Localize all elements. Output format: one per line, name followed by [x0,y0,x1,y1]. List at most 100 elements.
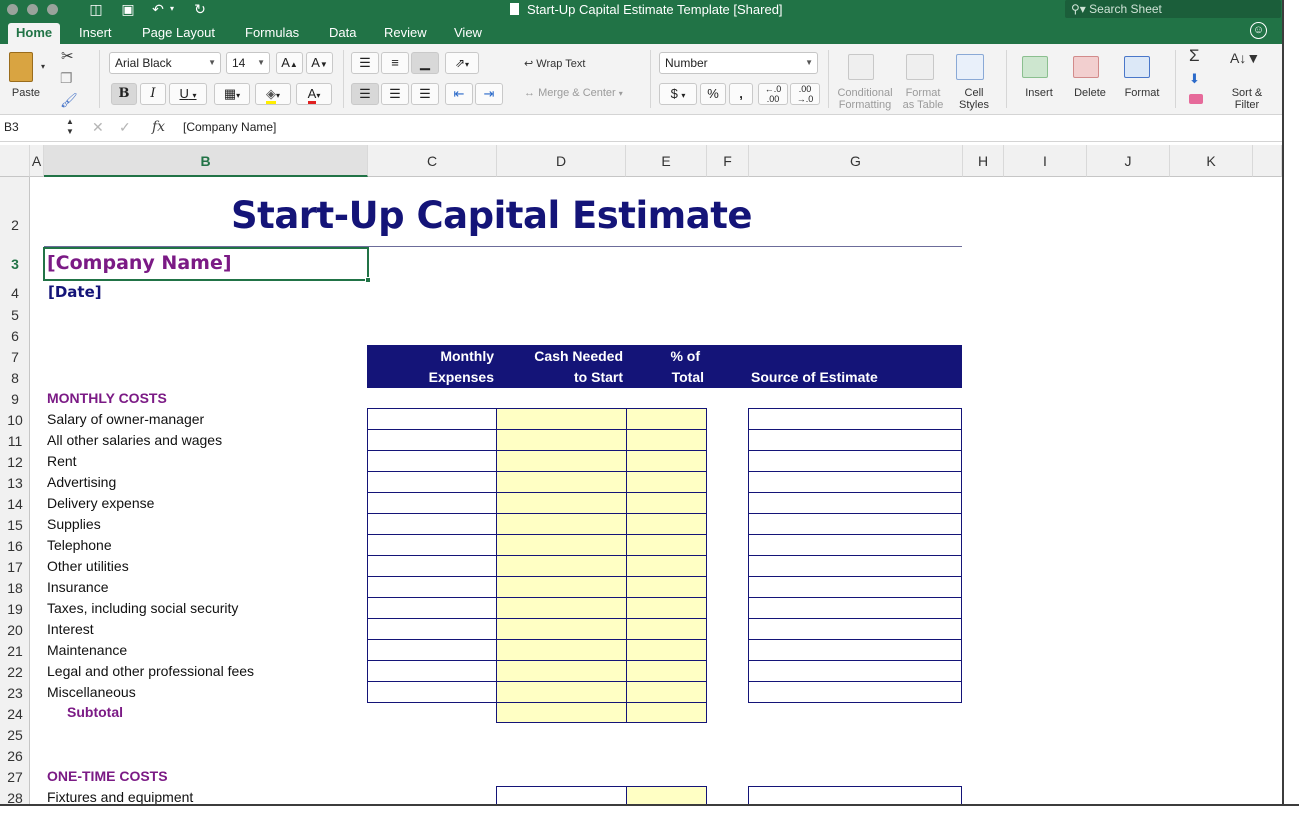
row-header-5[interactable]: 5 [0,307,30,323]
date-cell[interactable]: [Date] [48,283,102,301]
list-item[interactable]: Advertising [47,474,116,490]
row-header-8[interactable]: 8 [0,370,30,386]
search-sheet-input[interactable]: ⚲▾ Search Sheet [1065,0,1281,18]
increase-indent-button[interactable]: ⇥ [475,83,503,105]
row-header-6[interactable]: 6 [0,328,30,344]
cell-styles-button[interactable]: Cell Styles [950,87,998,111]
select-all-corner[interactable] [0,145,30,177]
column-header-g[interactable]: G [749,145,963,177]
sheet-title[interactable]: Start-Up Capital Estimate [231,194,752,237]
feedback-smiley-icon[interactable]: ☺ [1250,22,1267,39]
conditional-formatting-icon[interactable] [848,54,874,80]
one-time-costs-label[interactable]: ONE-TIME COSTS [47,768,168,784]
column-header-i[interactable]: I [1004,145,1087,177]
monthly-costs-label[interactable]: MONTHLY COSTS [47,390,167,406]
column-header-c[interactable]: C [368,145,497,177]
align-middle-button[interactable]: ≡ [381,52,409,74]
align-left-button[interactable]: ☰ [351,83,379,105]
close-window-button[interactable] [7,4,18,15]
format-cells-button[interactable]: Format [1120,87,1164,99]
sidebar-toggle-icon[interactable]: ◫ [88,1,104,17]
row-header-13[interactable]: 13 [0,475,30,491]
row-header-7[interactable]: 7 [0,349,30,365]
column-header-k[interactable]: K [1170,145,1253,177]
decrease-font-size-button[interactable]: A▼ [306,52,333,74]
save-icon[interactable]: ▣ [120,1,136,17]
italic-button[interactable]: I [140,83,166,105]
align-center-button[interactable]: ☰ [381,83,409,105]
fill-handle[interactable] [365,277,371,283]
list-item[interactable]: Other utilities [47,558,129,574]
column-header-h[interactable]: H [963,145,1004,177]
fill-icon[interactable]: ⬇ [1189,71,1200,87]
row-header-3[interactable]: 3 [0,256,30,272]
column-header-f[interactable]: F [707,145,749,177]
number-format-dropdown[interactable]: Number ▼ [659,52,818,74]
row-header-15[interactable]: 15 [0,517,30,533]
orientation-button[interactable]: ⇗▾ [445,52,479,74]
column-header-b[interactable]: B [44,145,368,177]
cell-styles-icon[interactable] [956,54,984,80]
delete-cells-button[interactable]: Delete [1068,87,1112,99]
format-as-table-icon[interactable] [906,54,934,80]
row-header-27[interactable]: 27 [0,769,30,785]
tab-home[interactable]: Home [8,23,61,44]
tab-insert[interactable]: Insert [71,23,120,44]
autosum-icon[interactable]: Σ [1189,46,1200,66]
row-header-19[interactable]: 19 [0,601,30,617]
cancel-entry-icon[interactable]: ✕ [92,119,104,136]
column-header-a[interactable]: A [30,145,44,177]
format-cells-icon[interactable] [1124,56,1150,78]
row-header-18[interactable]: 18 [0,580,30,596]
percent-format-button[interactable]: % [700,83,726,105]
underline-button[interactable]: U ▾ [169,83,207,105]
row-header-10[interactable]: 10 [0,412,30,428]
formula-input[interactable]: [Company Name] [183,120,276,134]
one-time-source-cell[interactable] [748,786,962,806]
sort-filter-icon[interactable]: A↓▼ [1230,50,1260,66]
increase-decimal-button[interactable]: ←.0.00 [758,83,788,105]
list-item[interactable]: Salary of owner-manager [47,411,204,427]
header-percent-total[interactable]: % of Total [630,346,704,388]
tab-formulas[interactable]: Formulas [237,23,307,44]
fill-color-button[interactable]: ◈▾ [255,83,291,105]
row-header-4[interactable]: 4 [0,285,30,301]
list-item[interactable]: Rent [47,453,77,469]
one-time-percent-cell[interactable] [626,786,707,806]
row-header-16[interactable]: 16 [0,538,30,554]
wrap-text-button[interactable]: ↩ Wrap Text [524,57,585,70]
format-as-table-button[interactable]: Format as Table [897,87,949,111]
tab-page-layout[interactable]: Page Layout [134,23,223,44]
paste-button[interactable]: Paste [6,87,46,99]
percent-total-column-cells[interactable] [626,408,707,723]
decrease-decimal-button[interactable]: .00 →.0 [790,83,820,105]
column-header-j[interactable]: J [1087,145,1170,177]
cash-needed-column-cells[interactable] [496,408,627,723]
sort-filter-button[interactable]: Sort & Filter [1224,87,1270,111]
clear-eraser-icon[interactable] [1189,94,1203,104]
row-header-11[interactable]: 11 [0,433,30,449]
name-box-stepper-icon[interactable]: ▲ ▼ [66,117,74,137]
increase-font-size-button[interactable]: A▲ [276,52,303,74]
name-box[interactable]: B3 [4,120,19,134]
header-monthly-expenses[interactable]: Monthly Expenses [370,346,494,388]
list-item[interactable]: Fixtures and equipment [47,789,193,805]
delete-cells-icon[interactable] [1073,56,1099,78]
minimize-window-button[interactable] [27,4,38,15]
row-header-24[interactable]: 24 [0,706,30,722]
font-name-dropdown[interactable]: Arial Black ▼ [109,52,221,74]
list-item[interactable]: Taxes, including social security [47,600,238,616]
zoom-window-button[interactable] [47,4,58,15]
column-header-d[interactable]: D [497,145,626,177]
insert-cells-button[interactable]: Insert [1017,87,1061,99]
align-bottom-button[interactable]: ▁ [411,52,439,74]
tab-review[interactable]: Review [376,23,435,44]
row-header-25[interactable]: 25 [0,727,30,743]
selected-cell-b3[interactable] [43,247,369,281]
cut-icon[interactable]: ✂ [61,47,74,65]
list-item[interactable]: Interest [47,621,94,637]
copy-icon[interactable]: ❐ [60,70,73,87]
borders-button[interactable]: ▦▾ [214,83,250,105]
row-header-14[interactable]: 14 [0,496,30,512]
row-header-2[interactable]: 2 [0,217,30,233]
